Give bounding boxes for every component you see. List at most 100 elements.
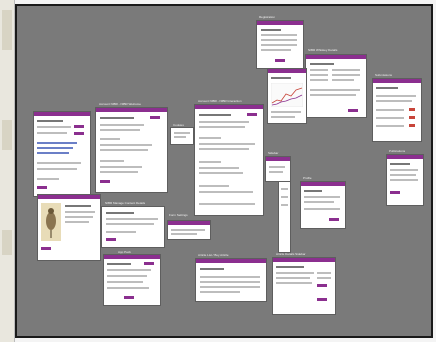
text-line	[199, 143, 255, 145]
text-line	[310, 69, 328, 71]
text-line	[376, 125, 404, 127]
artboard-manage-content[interactable]	[102, 207, 164, 247]
design-app-window: Registration NIBR Whiskey Details Accoun…	[0, 0, 436, 342]
text-line	[376, 95, 416, 97]
artboard-label: App Pack	[118, 250, 131, 254]
text-line	[269, 171, 283, 173]
artboard-label: Submissions	[375, 73, 393, 77]
artboard-header	[34, 112, 90, 116]
artboard-header	[96, 108, 167, 112]
artboard-header	[168, 221, 210, 225]
artboard-label: Article List / Buy Article	[198, 253, 229, 257]
text-line	[65, 211, 95, 213]
artboard-cookies[interactable]	[171, 128, 193, 144]
table-line	[200, 281, 260, 283]
artboard-account-interaction[interactable]	[195, 105, 263, 215]
text-line	[171, 233, 197, 235]
artboard-sidebar-top[interactable]	[266, 157, 290, 181]
text-line	[107, 275, 147, 277]
artboard-login-form[interactable]	[34, 112, 90, 196]
artboard-label: Publications	[389, 149, 406, 153]
text-line	[376, 87, 398, 89]
text-line	[199, 172, 243, 174]
text-line	[171, 229, 205, 231]
text-line	[276, 277, 310, 279]
table-line	[200, 286, 260, 288]
submit-button	[275, 59, 285, 62]
line-chart-thumbnail	[271, 83, 303, 107]
text-line	[281, 204, 288, 206]
artboard-header	[387, 155, 423, 159]
artboard-label: Article Details Sidebar	[276, 252, 306, 256]
text-line	[390, 163, 410, 165]
artboard-header	[273, 258, 335, 262]
text-line	[65, 221, 89, 223]
artboard-label: Form Settings	[169, 213, 188, 217]
text-line	[199, 167, 239, 169]
artboard-submissions[interactable]	[373, 79, 421, 141]
artboard-article-details[interactable]	[273, 258, 335, 314]
table-line	[200, 276, 260, 278]
text-line	[107, 269, 151, 271]
action-button	[390, 191, 400, 194]
text-line	[390, 179, 418, 181]
artboard-header	[195, 105, 263, 109]
text-line	[310, 63, 334, 65]
action-button	[37, 186, 47, 189]
link-line	[37, 152, 69, 154]
text-line	[376, 100, 412, 102]
text-line	[106, 223, 154, 225]
text-line	[65, 205, 91, 207]
text-line	[276, 266, 304, 268]
sidebar-line	[317, 277, 331, 279]
action-button	[317, 298, 327, 301]
artboard-whiskey-details[interactable]	[306, 55, 366, 117]
artboard-archive-full[interactable]	[104, 255, 160, 305]
design-canvas[interactable]: Registration NIBR Whiskey Details Accoun…	[15, 4, 433, 338]
action-button	[74, 125, 84, 128]
action-button	[317, 284, 327, 287]
artboard-form-settings[interactable]	[168, 221, 210, 239]
artboard-account-welcome[interactable]	[96, 108, 167, 192]
text-line	[107, 287, 149, 289]
text-line	[100, 138, 120, 140]
artboard-header	[196, 259, 266, 263]
text-line	[281, 188, 288, 190]
text-line	[107, 263, 131, 265]
text-line	[271, 111, 301, 113]
artboard-chart[interactable]	[268, 69, 306, 123]
input-line	[261, 49, 291, 51]
action-button	[329, 218, 339, 221]
artboard-home[interactable]	[38, 195, 100, 260]
text-line	[376, 109, 404, 111]
artboard-publications[interactable]	[387, 155, 423, 205]
text-line	[271, 116, 295, 118]
action-button	[106, 238, 116, 241]
text-line	[199, 114, 231, 116]
text-line	[261, 29, 281, 31]
action-button	[144, 262, 154, 265]
table-line	[200, 291, 240, 293]
text-line	[106, 231, 136, 233]
text-line	[100, 171, 138, 173]
text-line	[376, 117, 404, 119]
artboard-header	[266, 157, 290, 161]
text-line	[37, 126, 71, 128]
artboard-registration[interactable]	[257, 21, 303, 68]
artboard-profile[interactable]	[301, 182, 345, 228]
text-line	[304, 196, 340, 198]
artboard-sidebar[interactable]	[279, 182, 290, 252]
artboard-article-list[interactable]	[196, 259, 266, 301]
text-line	[276, 272, 314, 274]
text-line	[37, 162, 81, 164]
text-line	[271, 77, 291, 79]
text-line	[304, 190, 322, 192]
status-badge	[409, 116, 415, 119]
text-line	[107, 281, 143, 283]
layers-panel-strip	[2, 230, 12, 255]
text-line	[390, 174, 416, 176]
artboard-label: Cookies	[173, 123, 184, 127]
text-line	[199, 191, 253, 193]
bird-illustration	[41, 203, 61, 241]
action-button	[247, 113, 257, 116]
